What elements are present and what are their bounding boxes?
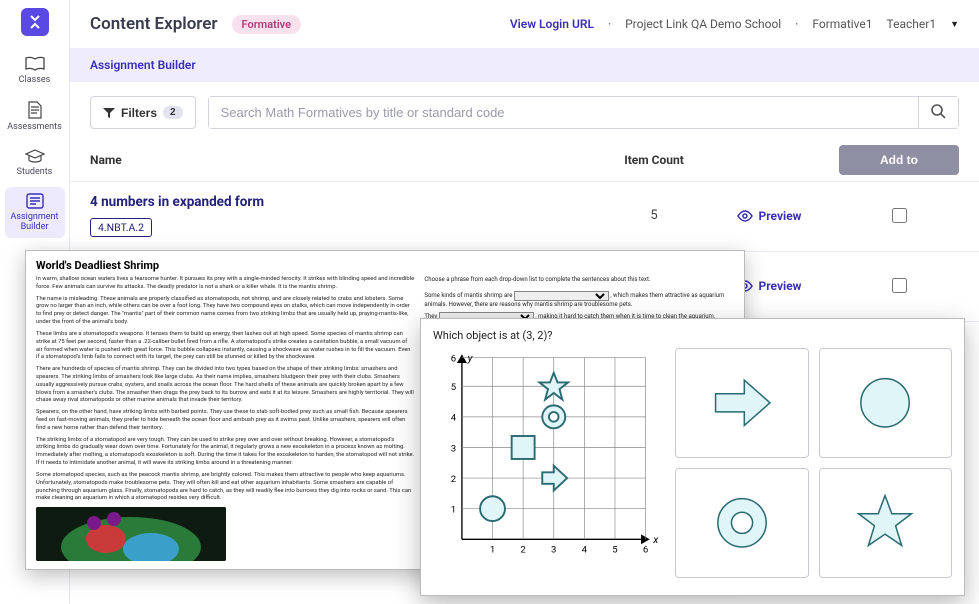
subheader: Assignment Builder (70, 48, 979, 82)
svg-text:2: 2 (451, 474, 457, 485)
filters-count: 2 (163, 106, 183, 119)
choice-arrow[interactable] (675, 348, 809, 458)
grad-icon (25, 148, 45, 164)
rail-item-students[interactable]: Students (5, 142, 65, 183)
col-count: Item Count (609, 153, 699, 167)
svg-text:1: 1 (490, 545, 495, 556)
svg-text:2: 2 (520, 545, 526, 556)
svg-text:4: 4 (582, 545, 588, 556)
filter-icon (103, 107, 115, 119)
rail-label: Assignment Builder (11, 212, 59, 232)
eye-icon (737, 210, 753, 222)
svg-text:6: 6 (451, 353, 456, 364)
rail-label: Students (17, 167, 53, 177)
svg-text:5: 5 (451, 382, 456, 393)
search-wrap (208, 96, 959, 129)
subheader-title: Assignment Builder (90, 58, 196, 72)
rail-label: Assessments (7, 122, 61, 132)
search-button[interactable] (918, 97, 958, 128)
dropdown-1[interactable] (514, 291, 609, 301)
formative-badge: Formative (232, 15, 302, 34)
passage-text: In warm, shallow ocean waters lives a fe… (36, 276, 414, 507)
preview-link[interactable]: Preview (699, 209, 839, 223)
svg-text:x: x (652, 533, 659, 546)
search-input[interactable] (209, 97, 918, 128)
page-title: Content Explorer (90, 14, 218, 34)
filters-button[interactable]: Filters 2 (90, 96, 196, 129)
col-name: Name (90, 153, 609, 167)
rail-item-assessments[interactable]: Assessments (5, 95, 65, 138)
chevron-down-icon[interactable]: ▼ (950, 19, 959, 30)
topbar: Content Explorer Formative View Login UR… (70, 0, 979, 48)
row-checkbox[interactable] (892, 278, 907, 293)
row-count: 5 (609, 208, 699, 223)
file-icon (27, 101, 43, 119)
app-logo (21, 8, 49, 36)
standard-tag[interactable]: 4.NBT.A.2 (90, 218, 152, 237)
builder-icon (26, 193, 44, 209)
answer-choices (675, 348, 952, 578)
rail-label: Classes (19, 75, 51, 85)
filters-label: Filters (121, 106, 157, 120)
row-title[interactable]: 4 numbers in expanded form (90, 194, 609, 210)
svg-text:3: 3 (551, 545, 556, 556)
search-icon (931, 104, 946, 119)
dot-sep: · (608, 17, 611, 31)
choice-donut[interactable] (675, 468, 809, 578)
user-crumb: Teacher1 (887, 17, 937, 31)
passage-image (36, 507, 226, 561)
passage-title: World's Deadliest Shrimp (36, 259, 734, 272)
table-head: Name Item Count Add to (70, 139, 979, 181)
toolbar: Filters 2 (70, 82, 979, 139)
svg-text:3: 3 (451, 443, 456, 454)
svg-text:5: 5 (612, 545, 617, 556)
add-to-button[interactable]: Add to (839, 145, 959, 175)
row-checkbox[interactable] (892, 208, 907, 223)
dot-sep: · (795, 17, 798, 31)
table-row: 4 numbers in expanded form 4.NBT.A.2 5 P… (70, 181, 979, 251)
svg-text:6: 6 (643, 545, 648, 556)
rail-item-classes[interactable]: Classes (5, 50, 65, 91)
book-icon (25, 56, 45, 72)
view-login-url-link[interactable]: View Login URL (510, 17, 594, 31)
school-crumb: Project Link QA Demo School (625, 17, 781, 31)
math-question: Which object is at (3, 2)? (433, 329, 952, 342)
svg-text:4: 4 (451, 413, 457, 424)
class-crumb: Formative1 (812, 17, 872, 31)
svg-text:1: 1 (451, 505, 456, 516)
rail-item-assignment-builder[interactable]: Assignment Builder (5, 187, 65, 238)
coordinate-grid: 123456 123456 x y (433, 348, 663, 568)
choice-star[interactable] (819, 468, 953, 578)
math-preview-card: Which object is at (3, 2)? 1 2 3 4 5 6 1 2 3 4 5 6 (420, 318, 965, 596)
choice-circle[interactable] (819, 348, 953, 458)
